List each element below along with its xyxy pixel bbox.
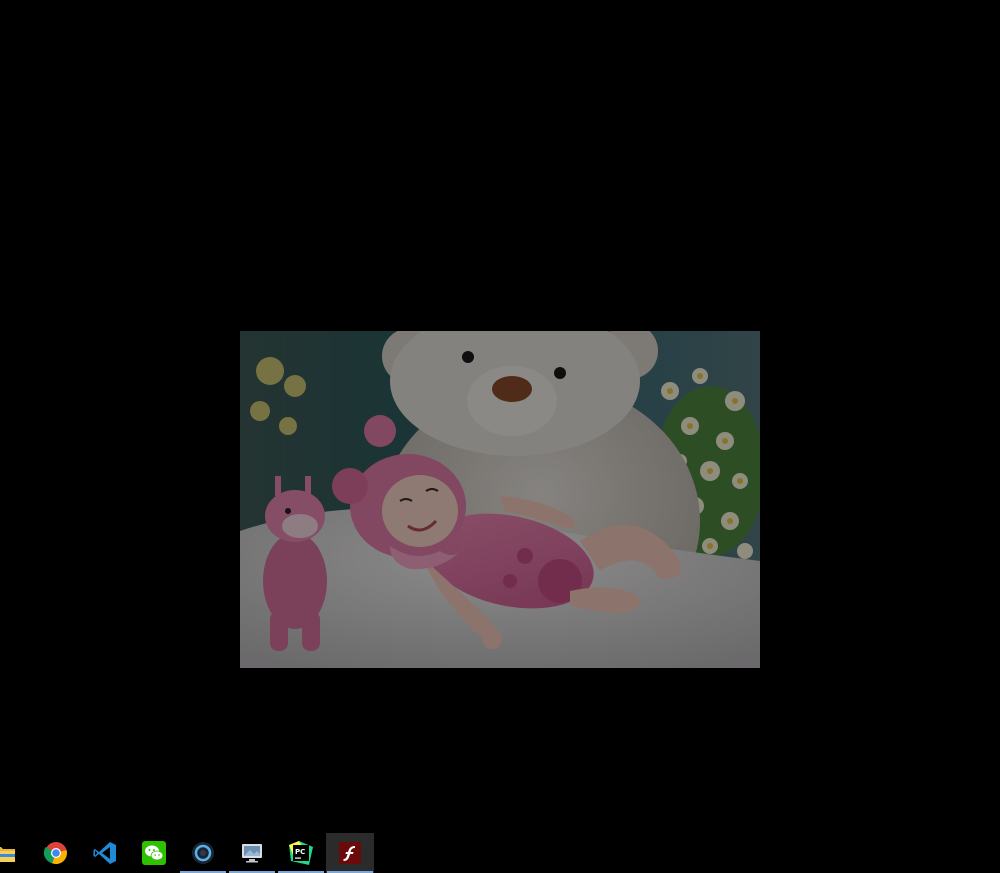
taskbar-circle-app[interactable] <box>179 833 227 873</box>
photo-viewer-image[interactable] <box>240 331 760 668</box>
taskbar-chrome[interactable] <box>32 833 80 873</box>
power-circle-icon <box>192 842 214 864</box>
taskbar-vscode[interactable] <box>81 833 129 873</box>
svg-text:PC: PC <box>295 848 305 856</box>
wechat-icon <box>142 841 166 865</box>
taskbar-wechat[interactable] <box>130 833 178 873</box>
pycharm-icon: PC <box>289 841 313 865</box>
taskbar-file-explorer[interactable] <box>0 833 28 873</box>
vscode-icon <box>93 842 116 864</box>
desktop: PC <box>0 0 1000 873</box>
taskbar: PC <box>0 833 1000 873</box>
taskbar-pycharm[interactable]: PC <box>277 833 325 873</box>
taskbar-remote-desktop[interactable] <box>228 833 276 873</box>
remote-desktop-icon <box>242 844 262 863</box>
taskbar-flash-player[interactable] <box>326 833 374 873</box>
chrome-icon <box>44 842 67 865</box>
folder-icon <box>0 847 15 862</box>
flash-icon <box>339 842 361 864</box>
